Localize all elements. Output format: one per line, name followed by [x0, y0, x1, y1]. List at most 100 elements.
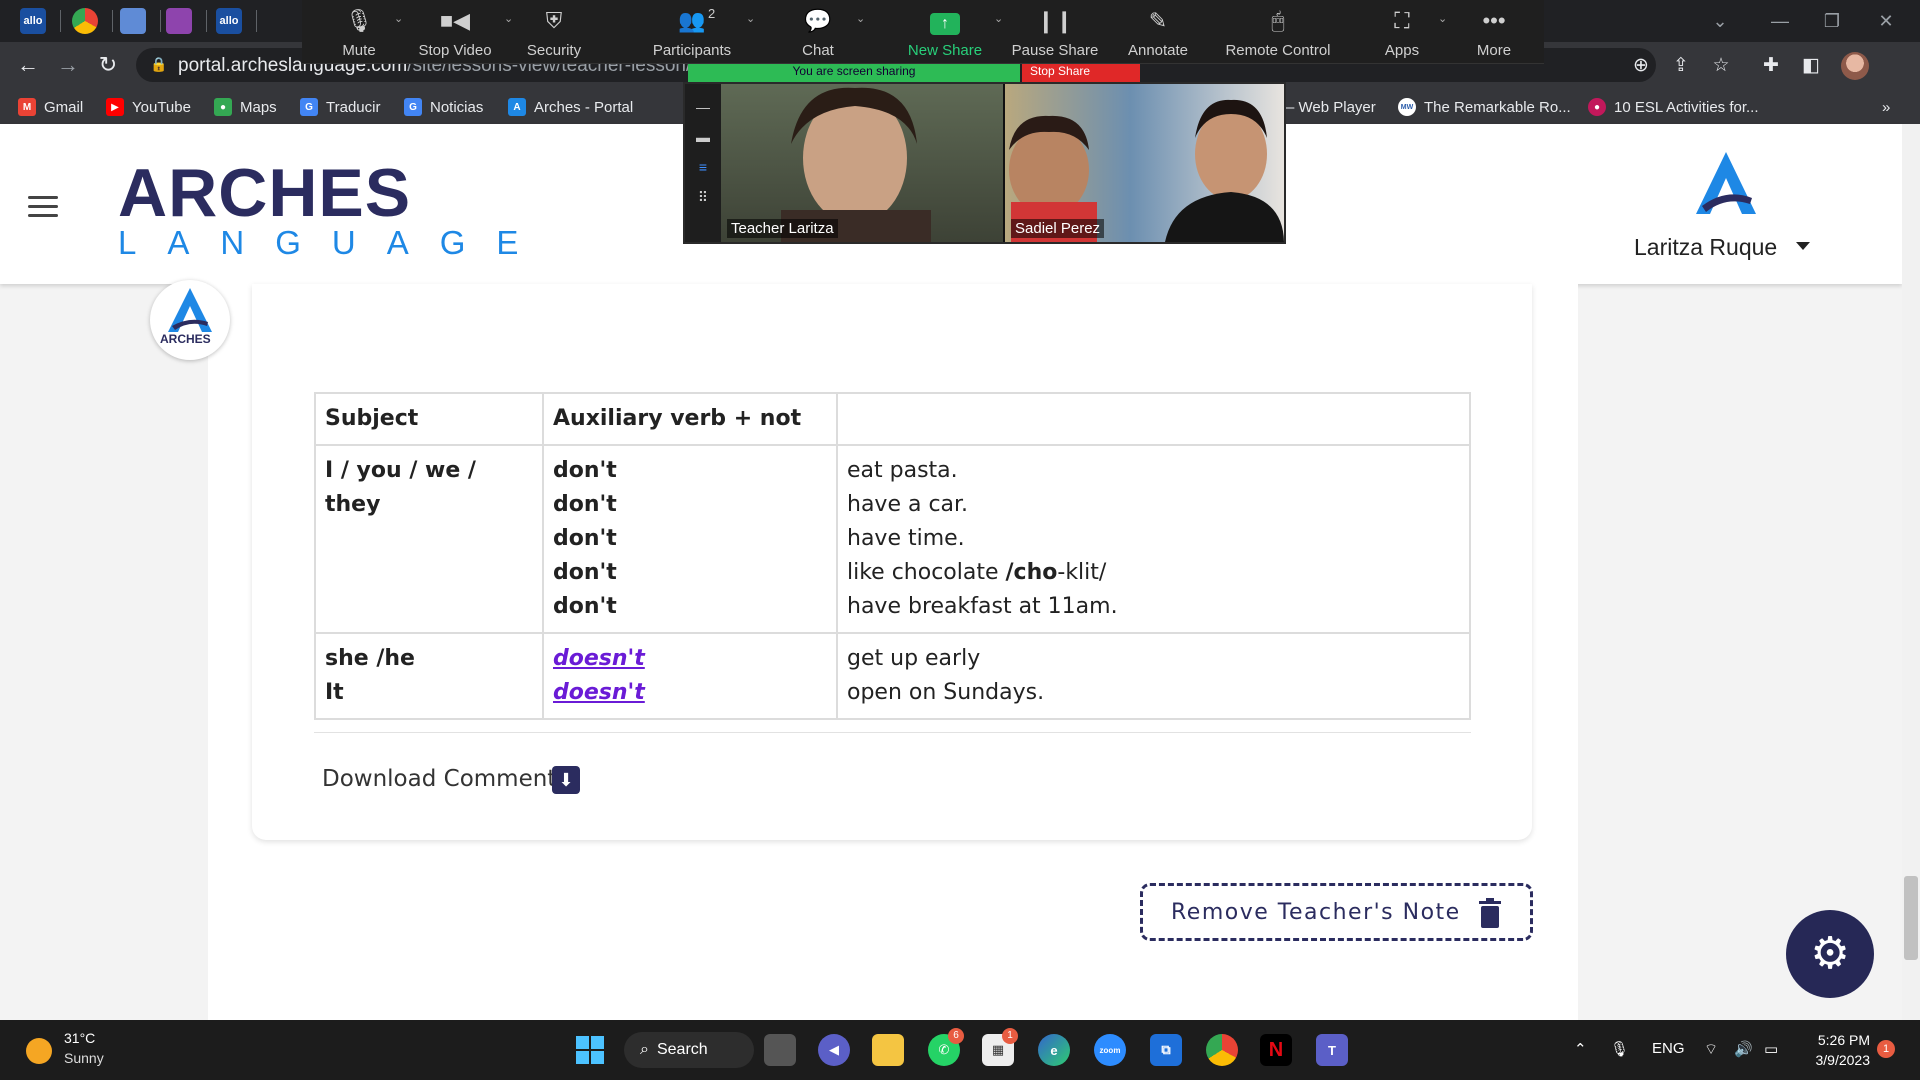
- chevron-down-icon[interactable]: ⌄: [394, 12, 403, 25]
- bookmark-label: Arches - Portal: [534, 98, 634, 116]
- task-view-icon[interactable]: [764, 1034, 796, 1066]
- aux-text: don't: [553, 492, 617, 517]
- zoom-meeting-toolbar: 🎙 Mute ⌄ ■◀ Stop Video ⌄ ⛨ Security 👥 Particip…: [302, 0, 1544, 64]
- bookmark-star-icon[interactable]: ☆: [1708, 52, 1734, 78]
- taskbar-search[interactable]: ⌕ Search: [624, 1032, 754, 1068]
- bookmark-arches-portal[interactable]: A Arches - Portal: [508, 96, 633, 118]
- teams-icon[interactable]: T: [1316, 1034, 1348, 1066]
- scrollbar-thumb[interactable]: [1904, 876, 1918, 960]
- share-page-icon[interactable]: ⇪: [1668, 52, 1694, 78]
- zoom-pause-share-button[interactable]: ❙❙ Pause Share: [1010, 6, 1100, 59]
- zoom-participants-button[interactable]: 👥 Participants 2 ⌄: [642, 6, 755, 59]
- zoom-annotate-button[interactable]: ✎ Annotate: [1118, 6, 1198, 59]
- tray-overflow-chevron-icon[interactable]: ⌃: [1574, 1040, 1587, 1058]
- user-menu-name[interactable]: Laritza Ruque: [1634, 234, 1777, 261]
- zoom-app-icon[interactable]: zoom: [1094, 1034, 1126, 1066]
- pause-icon: ❙❙: [1036, 8, 1074, 33]
- bookmark-esl-activities[interactable]: ● 10 ESL Activities for...: [1588, 96, 1759, 118]
- chrome-icon[interactable]: [1206, 1034, 1238, 1066]
- zoom-chat-button[interactable]: 💬 Chat ⌄: [788, 6, 865, 59]
- tab-chrome-icon[interactable]: [72, 8, 98, 34]
- tab-purple-icon[interactable]: [166, 8, 192, 34]
- wifi-icon[interactable]: ⌔: [1704, 1040, 1718, 1059]
- zoom-remote-control-button[interactable]: 🖱 Remote Control: [1218, 6, 1338, 59]
- zoom-video-gallery: — ▬ ≡ ⠿ Teacher Laritza Sadiel Perez: [683, 82, 1286, 244]
- remove-teacher-note-button[interactable]: Remove Teacher's Note: [1140, 883, 1533, 941]
- bookmark-maps[interactable]: ● Maps: [214, 96, 277, 118]
- user-menu-caret-icon[interactable]: [1796, 242, 1810, 250]
- doesnt-link[interactable]: doesn't: [553, 646, 645, 671]
- participants-icon: 👥: [678, 8, 706, 33]
- video-tile-student[interactable]: Sadiel Perez: [1005, 84, 1284, 242]
- window-minimize-icon[interactable]: ⌄: [1700, 8, 1740, 34]
- zoom-mute-button[interactable]: 🎙 Mute ⌄: [324, 6, 403, 59]
- netflix-icon[interactable]: N: [1260, 1034, 1292, 1066]
- download-icon[interactable]: ⬇: [552, 766, 580, 794]
- stop-share-button[interactable]: Stop Share: [1022, 64, 1140, 82]
- shield-icon: ⛨: [545, 8, 563, 33]
- bookmark-web-player[interactable]: – Web Player: [1286, 96, 1376, 118]
- minimize-icon[interactable]: —: [696, 100, 710, 114]
- download-comment-label[interactable]: Download Comment: [322, 766, 556, 792]
- zoom-more-button[interactable]: ••• More: [1462, 6, 1526, 59]
- taskbar-clock[interactable]: 5:26 PM 3/9/2023: [1800, 1030, 1871, 1070]
- doesnt-link[interactable]: doesn't: [553, 680, 645, 705]
- forward-arrow-icon[interactable]: →: [54, 51, 82, 79]
- zoom-security-button[interactable]: ⛨ Security: [514, 6, 594, 59]
- bookmark-label: YouTube: [132, 98, 191, 116]
- logo-arches[interactable]: ARCHES: [118, 154, 411, 232]
- volume-icon[interactable]: 🔊: [1734, 1040, 1753, 1058]
- remote-desktop-icon[interactable]: ⧉: [1150, 1034, 1182, 1066]
- zoom-apps-button[interactable]: ⛶ Apps ⌄: [1370, 6, 1447, 59]
- strip-view-icon[interactable]: ≡: [696, 160, 710, 174]
- tab-docs-icon[interactable]: [120, 8, 146, 34]
- single-view-icon[interactable]: ▬: [696, 130, 710, 144]
- tray-microphone-icon[interactable]: 🎙: [1610, 1040, 1629, 1058]
- grid-view-icon[interactable]: ⠿: [696, 190, 710, 204]
- weather-temperature[interactable]: 31°C: [64, 1030, 95, 1046]
- weather-condition[interactable]: Sunny: [64, 1050, 104, 1066]
- side-panel-icon[interactable]: ◧: [1798, 52, 1824, 78]
- chevron-down-icon[interactable]: ⌄: [746, 12, 755, 25]
- chat-icon: 💬: [804, 8, 832, 33]
- chevron-down-icon[interactable]: ⌄: [1438, 12, 1447, 25]
- windows-start-icon[interactable]: [574, 1034, 606, 1066]
- bookmark-traducir[interactable]: G Traducir: [300, 96, 380, 118]
- zoom-stop-video-button[interactable]: ■◀ Stop Video ⌄: [410, 6, 513, 59]
- arches-a-logo-icon: [168, 288, 212, 332]
- windows-logo-icon: [576, 1036, 604, 1064]
- back-arrow-icon[interactable]: ←: [14, 51, 42, 79]
- tab-allo-2[interactable]: allo: [216, 8, 242, 34]
- window-minimize-button[interactable]: —: [1760, 8, 1800, 34]
- battery-icon[interactable]: ▭: [1764, 1040, 1778, 1058]
- hamburger-menu-icon[interactable]: [28, 196, 58, 218]
- profile-avatar[interactable]: [1841, 52, 1869, 80]
- settings-gear-button[interactable]: ⚙: [1786, 910, 1874, 998]
- gallery-side-controls: — ▬ ≡ ⠿: [685, 84, 721, 242]
- window-close-icon[interactable]: ✕: [1866, 8, 1906, 34]
- bookmarks-overflow-icon[interactable]: »: [1882, 96, 1890, 118]
- clock-time: 5:26 PM: [1817, 1032, 1870, 1048]
- bookmark-youtube[interactable]: ▶ YouTube: [106, 96, 191, 118]
- zoom-new-share-button[interactable]: ↑ New Share ⌄: [900, 6, 1003, 59]
- edge-icon[interactable]: e: [1038, 1034, 1070, 1066]
- chevron-down-icon[interactable]: ⌄: [504, 12, 513, 25]
- input-language[interactable]: ENG: [1652, 1040, 1685, 1057]
- bookmark-noticias[interactable]: G Noticias: [404, 96, 483, 118]
- zoom-magnifier-icon[interactable]: ⊕: [1628, 52, 1654, 78]
- bookmark-gmail[interactable]: M Gmail: [18, 96, 83, 118]
- chevron-down-icon[interactable]: ⌄: [856, 12, 865, 25]
- tab-separator: [112, 10, 113, 32]
- extensions-puzzle-icon[interactable]: ✚: [1758, 52, 1784, 78]
- video-tile-teacher[interactable]: Teacher Laritza: [721, 84, 1003, 242]
- notification-badge[interactable]: 1: [1877, 1040, 1895, 1058]
- bookmark-remarkable[interactable]: MW The Remarkable Ro...: [1398, 96, 1571, 118]
- teams-chat-icon[interactable]: ◀: [818, 1034, 850, 1066]
- window-restore-icon[interactable]: ❐: [1812, 8, 1852, 34]
- screen-sharing-banner: You are screen sharing: [688, 64, 1020, 82]
- chevron-down-icon[interactable]: ⌄: [994, 12, 1003, 25]
- reload-icon[interactable]: ↻: [94, 51, 122, 79]
- sun-icon[interactable]: [26, 1038, 52, 1064]
- file-explorer-icon[interactable]: [872, 1034, 904, 1066]
- tab-allo-1[interactable]: allo: [20, 8, 46, 34]
